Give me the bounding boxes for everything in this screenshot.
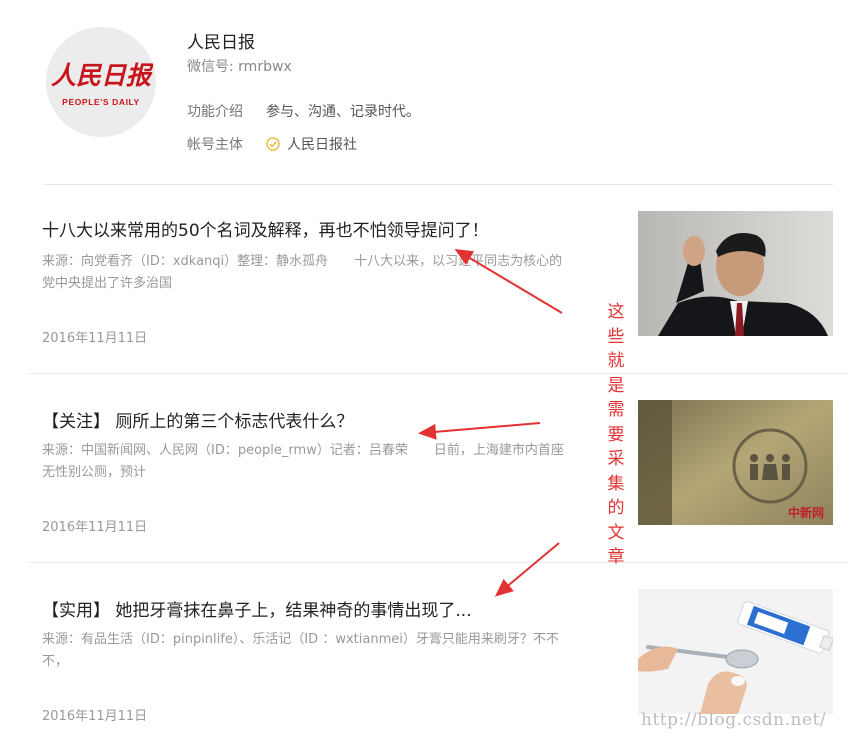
- annotation-char: 要: [607, 424, 625, 445]
- thumb-watermark: 中新网: [788, 505, 824, 520]
- account-avatar: 人民日报 PEOPLE'S DAILY: [46, 27, 156, 137]
- annotation-char: 集: [607, 473, 625, 494]
- annotation-char: 章: [607, 547, 625, 567]
- toothpaste-photo: [638, 589, 833, 714]
- owner-label: 帐号主体: [187, 137, 243, 153]
- annotation-char: 需: [607, 400, 625, 420]
- peoples-daily-logo: 人民日报 PEOPLE'S DAILY: [46, 27, 156, 137]
- summary-line: 来源：有品生活（ID：pinpinlife）、乐活记（ID ：wxtianmei…: [42, 632, 559, 647]
- annotation-char: 是: [607, 375, 625, 396]
- article-thumbnail[interactable]: 中新网: [638, 400, 833, 525]
- article-date: 2016年11月11日: [42, 709, 148, 724]
- annotation-char: 采: [607, 449, 625, 469]
- article-item[interactable]: 十八大以来常用的50个名词及解释，再也不怕领导提问了！ 来源：向党看齐（ID：x…: [28, 186, 848, 376]
- portrait-photo: [638, 211, 833, 336]
- account-name: 人民日报: [187, 33, 255, 53]
- article-title[interactable]: 十八大以来常用的50个名词及解释，再也不怕领导提问了！: [42, 216, 602, 241]
- summary-line: 来源：向党看齐（ID：xdkanqi）整理：静水孤舟 十八大以来，以习近平同志为…: [42, 254, 563, 269]
- annotation-char: 的: [607, 498, 625, 518]
- summary-line: 不，: [42, 654, 69, 669]
- article-title[interactable]: 【实用】 她把牙膏抹在鼻子上，结果神奇的事情出现了...: [42, 596, 602, 621]
- logo-text-en: PEOPLE'S DAILY: [62, 97, 140, 107]
- summary-line: 来源：中国新闻网、人民网（ID：people_rmw）记者：吕春荣 日前，上海建…: [42, 443, 564, 458]
- article-separator: [28, 562, 848, 563]
- summary-line: 无性别公厕，预计: [42, 465, 147, 480]
- article-summary: 来源：中国新闻网、人民网（ID：people_rmw）记者：吕春荣 日前，上海建…: [42, 440, 612, 484]
- article-date: 2016年11月11日: [42, 520, 148, 535]
- annotation-char: 这: [607, 302, 625, 322]
- article-thumbnail[interactable]: [638, 211, 833, 336]
- article-item[interactable]: 【关注】 厕所上的第三个标志代表什么？ 来源：中国新闻网、人民网（ID：peop…: [28, 375, 848, 565]
- annotation-char: 文: [607, 522, 625, 543]
- article-summary: 来源：有品生活（ID：pinpinlife）、乐活记（ID ：wxtianmei…: [42, 629, 612, 673]
- annotation-char: 些: [607, 326, 625, 347]
- article-summary: 来源：向党看齐（ID：xdkanqi）整理：静水孤舟 十八大以来，以习近平同志为…: [42, 251, 612, 295]
- article-thumbnail[interactable]: [638, 589, 833, 714]
- annotation-char: 就: [607, 351, 625, 371]
- header-divider: [43, 184, 833, 185]
- article-date: 2016年11月11日: [42, 331, 148, 346]
- verified-check-icon: [266, 137, 280, 151]
- owner-value: 人民日报社: [287, 137, 357, 153]
- intro-value: 参与、沟通、记录时代。: [266, 104, 420, 120]
- logo-text-cn: 人民日报: [51, 61, 155, 90]
- summary-line: 党中央提出了许多治国: [42, 276, 173, 291]
- restroom-sign-photo: 中新网: [638, 400, 833, 525]
- wechat-id: 微信号: rmrbwx: [187, 59, 292, 75]
- blog-watermark: http://blog.csdn.net/: [641, 710, 827, 730]
- article-separator: [28, 373, 848, 374]
- intro-label: 功能介绍: [187, 104, 243, 120]
- article-title[interactable]: 【关注】 厕所上的第三个标志代表什么？: [42, 407, 602, 432]
- annotation-text: 这 些 就 是 需 要 采 集 的 文 章: [604, 300, 628, 570]
